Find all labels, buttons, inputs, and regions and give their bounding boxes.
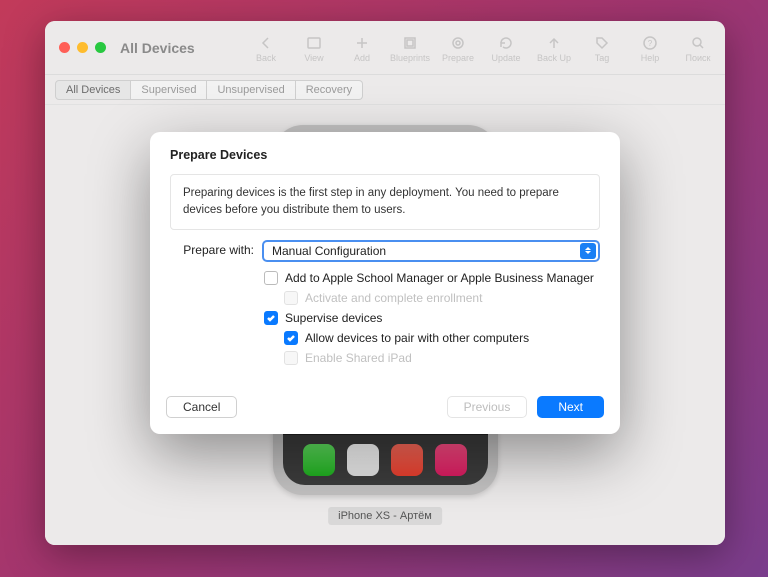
cancel-button[interactable]: Cancel bbox=[166, 396, 237, 418]
checkbox-label: Allow devices to pair with other compute… bbox=[305, 331, 529, 345]
prepare-with-label: Prepare with: bbox=[170, 240, 262, 257]
previous-button: Previous bbox=[447, 396, 528, 418]
checkbox-allow-pair[interactable]: Allow devices to pair with other compute… bbox=[264, 328, 600, 348]
checkbox-icon bbox=[284, 351, 298, 365]
sheet-intro-text: Preparing devices is the first step in a… bbox=[170, 174, 600, 229]
checkbox-icon bbox=[284, 291, 298, 305]
sheet-title: Prepare Devices bbox=[150, 148, 620, 174]
select-value: Manual Configuration bbox=[272, 244, 386, 258]
app-window: All Devices Back View Add Blueprints Pre… bbox=[45, 21, 725, 545]
modal-overlay: Prepare Devices Preparing devices is the… bbox=[45, 21, 725, 545]
checkbox-shared-ipad: Enable Shared iPad bbox=[264, 348, 600, 368]
checkbox-label: Enable Shared iPad bbox=[305, 351, 412, 365]
checkbox-add-to-manager[interactable]: Add to Apple School Manager or Apple Bus… bbox=[264, 268, 600, 288]
checkbox-label: Activate and complete enrollment bbox=[305, 291, 482, 305]
next-button[interactable]: Next bbox=[537, 396, 604, 418]
checkbox-activate-enroll: Activate and complete enrollment bbox=[264, 288, 600, 308]
checkbox-checked-icon bbox=[264, 311, 278, 325]
checkbox-icon bbox=[264, 271, 278, 285]
prepare-devices-sheet: Prepare Devices Preparing devices is the… bbox=[150, 132, 620, 433]
checkbox-checked-icon bbox=[284, 331, 298, 345]
checkbox-label: Add to Apple School Manager or Apple Bus… bbox=[285, 271, 594, 285]
checkbox-label: Supervise devices bbox=[285, 311, 382, 325]
checkbox-supervise[interactable]: Supervise devices bbox=[264, 308, 600, 328]
prepare-with-select[interactable]: Manual Configuration bbox=[262, 240, 600, 262]
chevron-updown-icon bbox=[580, 243, 596, 259]
